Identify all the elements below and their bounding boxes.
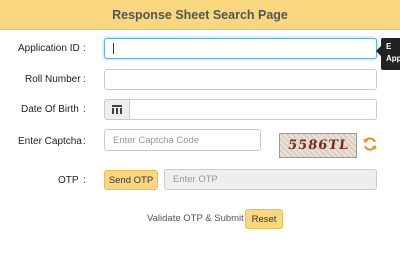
validate-otp-submit-link[interactable]: Validate OTP & Submit [147,213,244,224]
response-sheet-page: Response Sheet Search Page Application I… [0,0,400,255]
application-id-colon: : [83,43,86,54]
calendar-button[interactable] [104,99,130,120]
roll-number-colon: : [83,74,86,85]
send-otp-button[interactable]: Send OTP [104,170,158,190]
page-title: Response Sheet Search Page [112,7,288,22]
field-tooltip: E App [381,38,400,70]
send-otp-label: Send OTP [108,174,154,186]
reset-label: Reset [251,213,277,225]
captcha-image-text: 5586TL [286,138,350,153]
captcha-image: 5586TL [279,133,357,158]
otp-placeholder: Enter OTP [173,174,218,185]
refresh-icon[interactable] [362,136,378,152]
dob-input[interactable] [129,99,377,120]
roll-number-input[interactable] [104,69,377,90]
captcha-colon: : [83,136,86,147]
application-id-label: Application ID [18,43,80,54]
text-caret [113,43,114,54]
page-header: Response Sheet Search Page [0,0,400,30]
tooltip-line-2: App [386,54,400,63]
reset-button[interactable]: Reset [245,209,283,229]
captcha-placeholder: Enter Captcha Code [113,134,200,146]
dob-colon: : [83,104,86,115]
calendar-icon [112,105,122,114]
dob-label: Date Of Birth [21,104,79,115]
tooltip-line-1: E [386,42,392,51]
captcha-label: Enter Captcha [18,136,82,147]
application-id-input[interactable] [104,38,377,59]
captcha-input[interactable]: Enter Captcha Code [104,129,261,151]
otp-label: OTP [58,175,79,186]
otp-colon: : [83,175,86,186]
otp-input[interactable]: Enter OTP [164,169,377,190]
roll-number-label: Roll Number [25,74,81,85]
